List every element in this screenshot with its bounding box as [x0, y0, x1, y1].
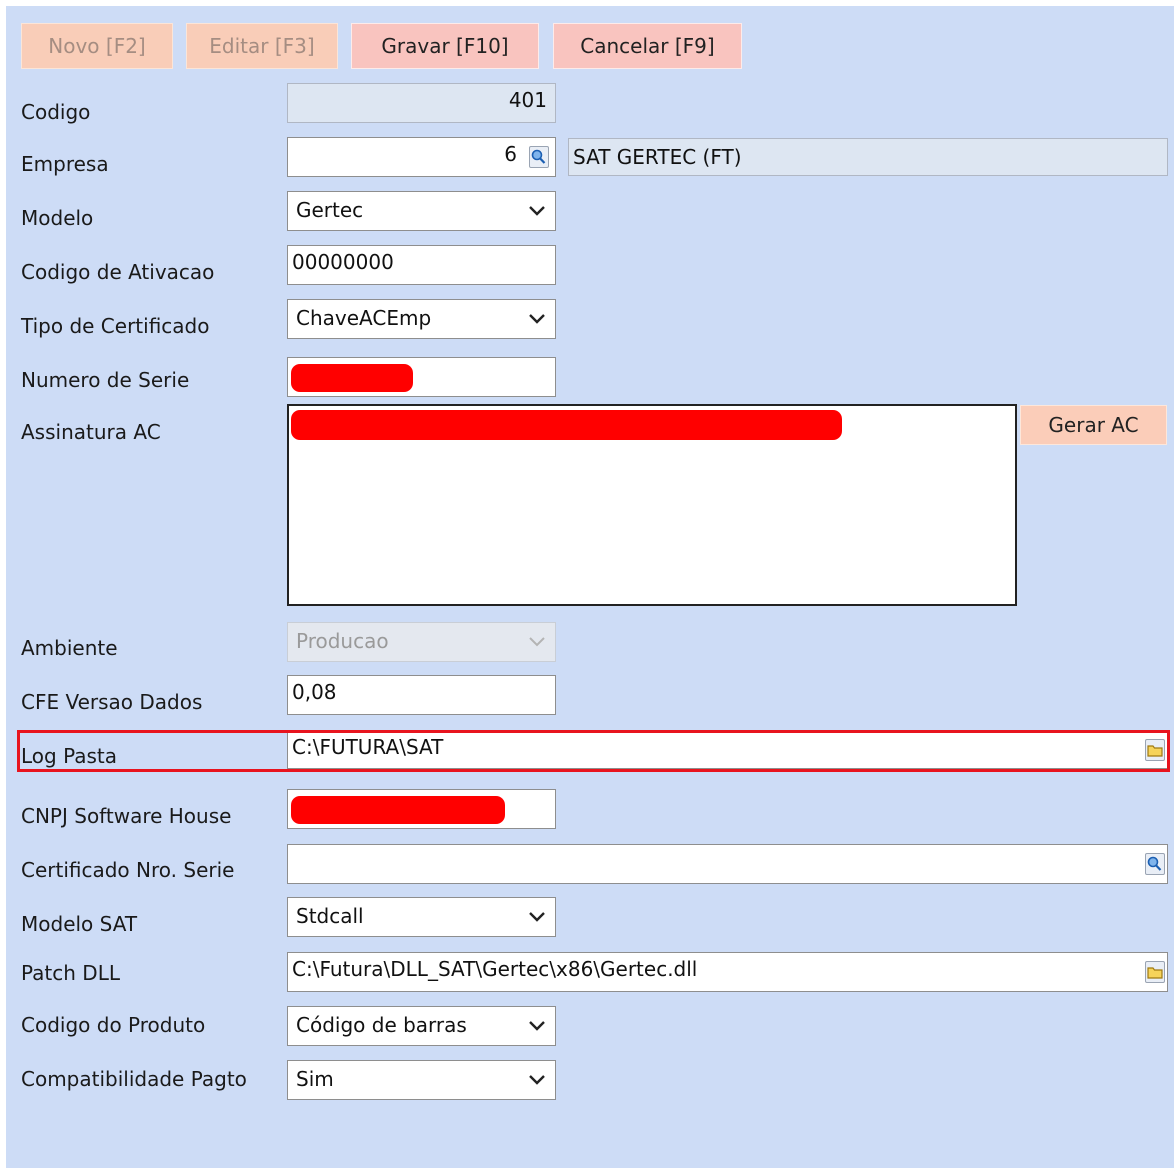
numero-serie-label: Numero de Serie: [21, 368, 190, 392]
tipo-certificado-label: Tipo de Certificado: [21, 314, 210, 338]
assinatura-ac-label: Assinatura AC: [21, 420, 161, 444]
cfe-versao-label: CFE Versao Dados: [21, 690, 203, 714]
redaction-mark: [291, 364, 413, 392]
log-pasta-label: Log Pasta: [21, 744, 118, 768]
compat-pagto-value: Sim: [296, 1067, 334, 1091]
novo-button[interactable]: Novo [F2]: [21, 23, 173, 69]
modelo-sat-label: Modelo SAT: [21, 912, 138, 936]
certificado-serie-input[interactable]: [287, 844, 1168, 884]
compat-pagto-label: Compatibilidade Pagto: [21, 1067, 247, 1091]
log-pasta-browse-button[interactable]: [1145, 739, 1165, 761]
cnpj-sh-input[interactable]: [287, 789, 556, 829]
cfe-versao-value: 0,08: [292, 680, 337, 704]
numero-serie-input[interactable]: [287, 357, 556, 397]
assinatura-ac-textarea[interactable]: [287, 404, 1017, 606]
certificado-serie-label: Certificado Nro. Serie: [21, 858, 235, 882]
redaction-mark: [291, 796, 505, 824]
chevron-down-icon: [529, 637, 545, 647]
ambiente-label: Ambiente: [21, 636, 118, 660]
magnifier-icon: [1147, 856, 1162, 871]
codigo-produto-label: Codigo do Produto: [21, 1013, 206, 1037]
tipo-certificado-select[interactable]: ChaveACEmp: [287, 299, 556, 339]
modelo-sat-value: Stdcall: [296, 904, 364, 928]
cancelar-button[interactable]: Cancelar [F9]: [553, 23, 742, 69]
chevron-down-icon: [529, 1075, 545, 1085]
patch-dll-input[interactable]: C:\Futura\DLL_SAT\Gertec\x86\Gertec.dll: [287, 952, 1168, 992]
compat-pagto-select[interactable]: Sim: [287, 1060, 556, 1100]
redaction-mark: [291, 410, 842, 440]
cnpj-sh-label: CNPJ Software House: [21, 804, 232, 828]
ambiente-value: Producao: [296, 629, 389, 653]
codigo-ativacao-input[interactable]: 00000000: [287, 245, 556, 285]
empresa-name: SAT GERTEC (FT): [573, 145, 742, 169]
modelo-label: Modelo: [21, 206, 94, 230]
codigo-ativacao-value: 00000000: [292, 250, 394, 274]
patch-dll-browse-button[interactable]: [1145, 961, 1165, 983]
cfe-versao-input[interactable]: 0,08: [287, 675, 556, 715]
chevron-down-icon: [529, 206, 545, 216]
editar-button[interactable]: Editar [F3]: [186, 23, 338, 69]
modelo-value: Gertec: [296, 198, 364, 222]
codigo-produto-select[interactable]: Código de barras: [287, 1006, 556, 1046]
gerar-ac-button[interactable]: Gerar AC: [1020, 405, 1167, 445]
empresa-label: Empresa: [21, 152, 109, 176]
chevron-down-icon: [529, 314, 545, 324]
folder-icon: [1147, 745, 1163, 757]
tipo-certificado-value: ChaveACEmp: [296, 306, 432, 330]
patch-dll-label: Patch DLL: [21, 961, 120, 985]
empresa-field[interactable]: 6: [287, 137, 556, 177]
modelo-select[interactable]: Gertec: [287, 191, 556, 231]
certificado-lookup-button[interactable]: [1145, 853, 1165, 875]
codigo-value: 401: [508, 88, 547, 112]
codigo-ativacao-label: Codigo de Ativacao: [21, 260, 215, 284]
chevron-down-icon: [529, 1021, 545, 1031]
empresa-name-field: SAT GERTEC (FT): [568, 138, 1168, 176]
log-pasta-value: C:\FUTURA\SAT: [292, 735, 444, 759]
magnifier-icon: [531, 149, 546, 164]
codigo-produto-value: Código de barras: [296, 1013, 467, 1037]
log-pasta-input[interactable]: C:\FUTURA\SAT: [287, 731, 1168, 769]
folder-icon: [1147, 967, 1163, 979]
empresa-lookup-button[interactable]: [529, 146, 549, 168]
codigo-field: 401: [287, 83, 556, 123]
patch-dll-value: C:\Futura\DLL_SAT\Gertec\x86\Gertec.dll: [292, 957, 698, 981]
empresa-value: 6: [504, 142, 517, 166]
chevron-down-icon: [529, 912, 545, 922]
ambiente-select[interactable]: Producao: [287, 622, 556, 662]
modelo-sat-select[interactable]: Stdcall: [287, 897, 556, 937]
gravar-button[interactable]: Gravar [F10]: [351, 23, 539, 69]
codigo-label: Codigo: [21, 100, 91, 124]
